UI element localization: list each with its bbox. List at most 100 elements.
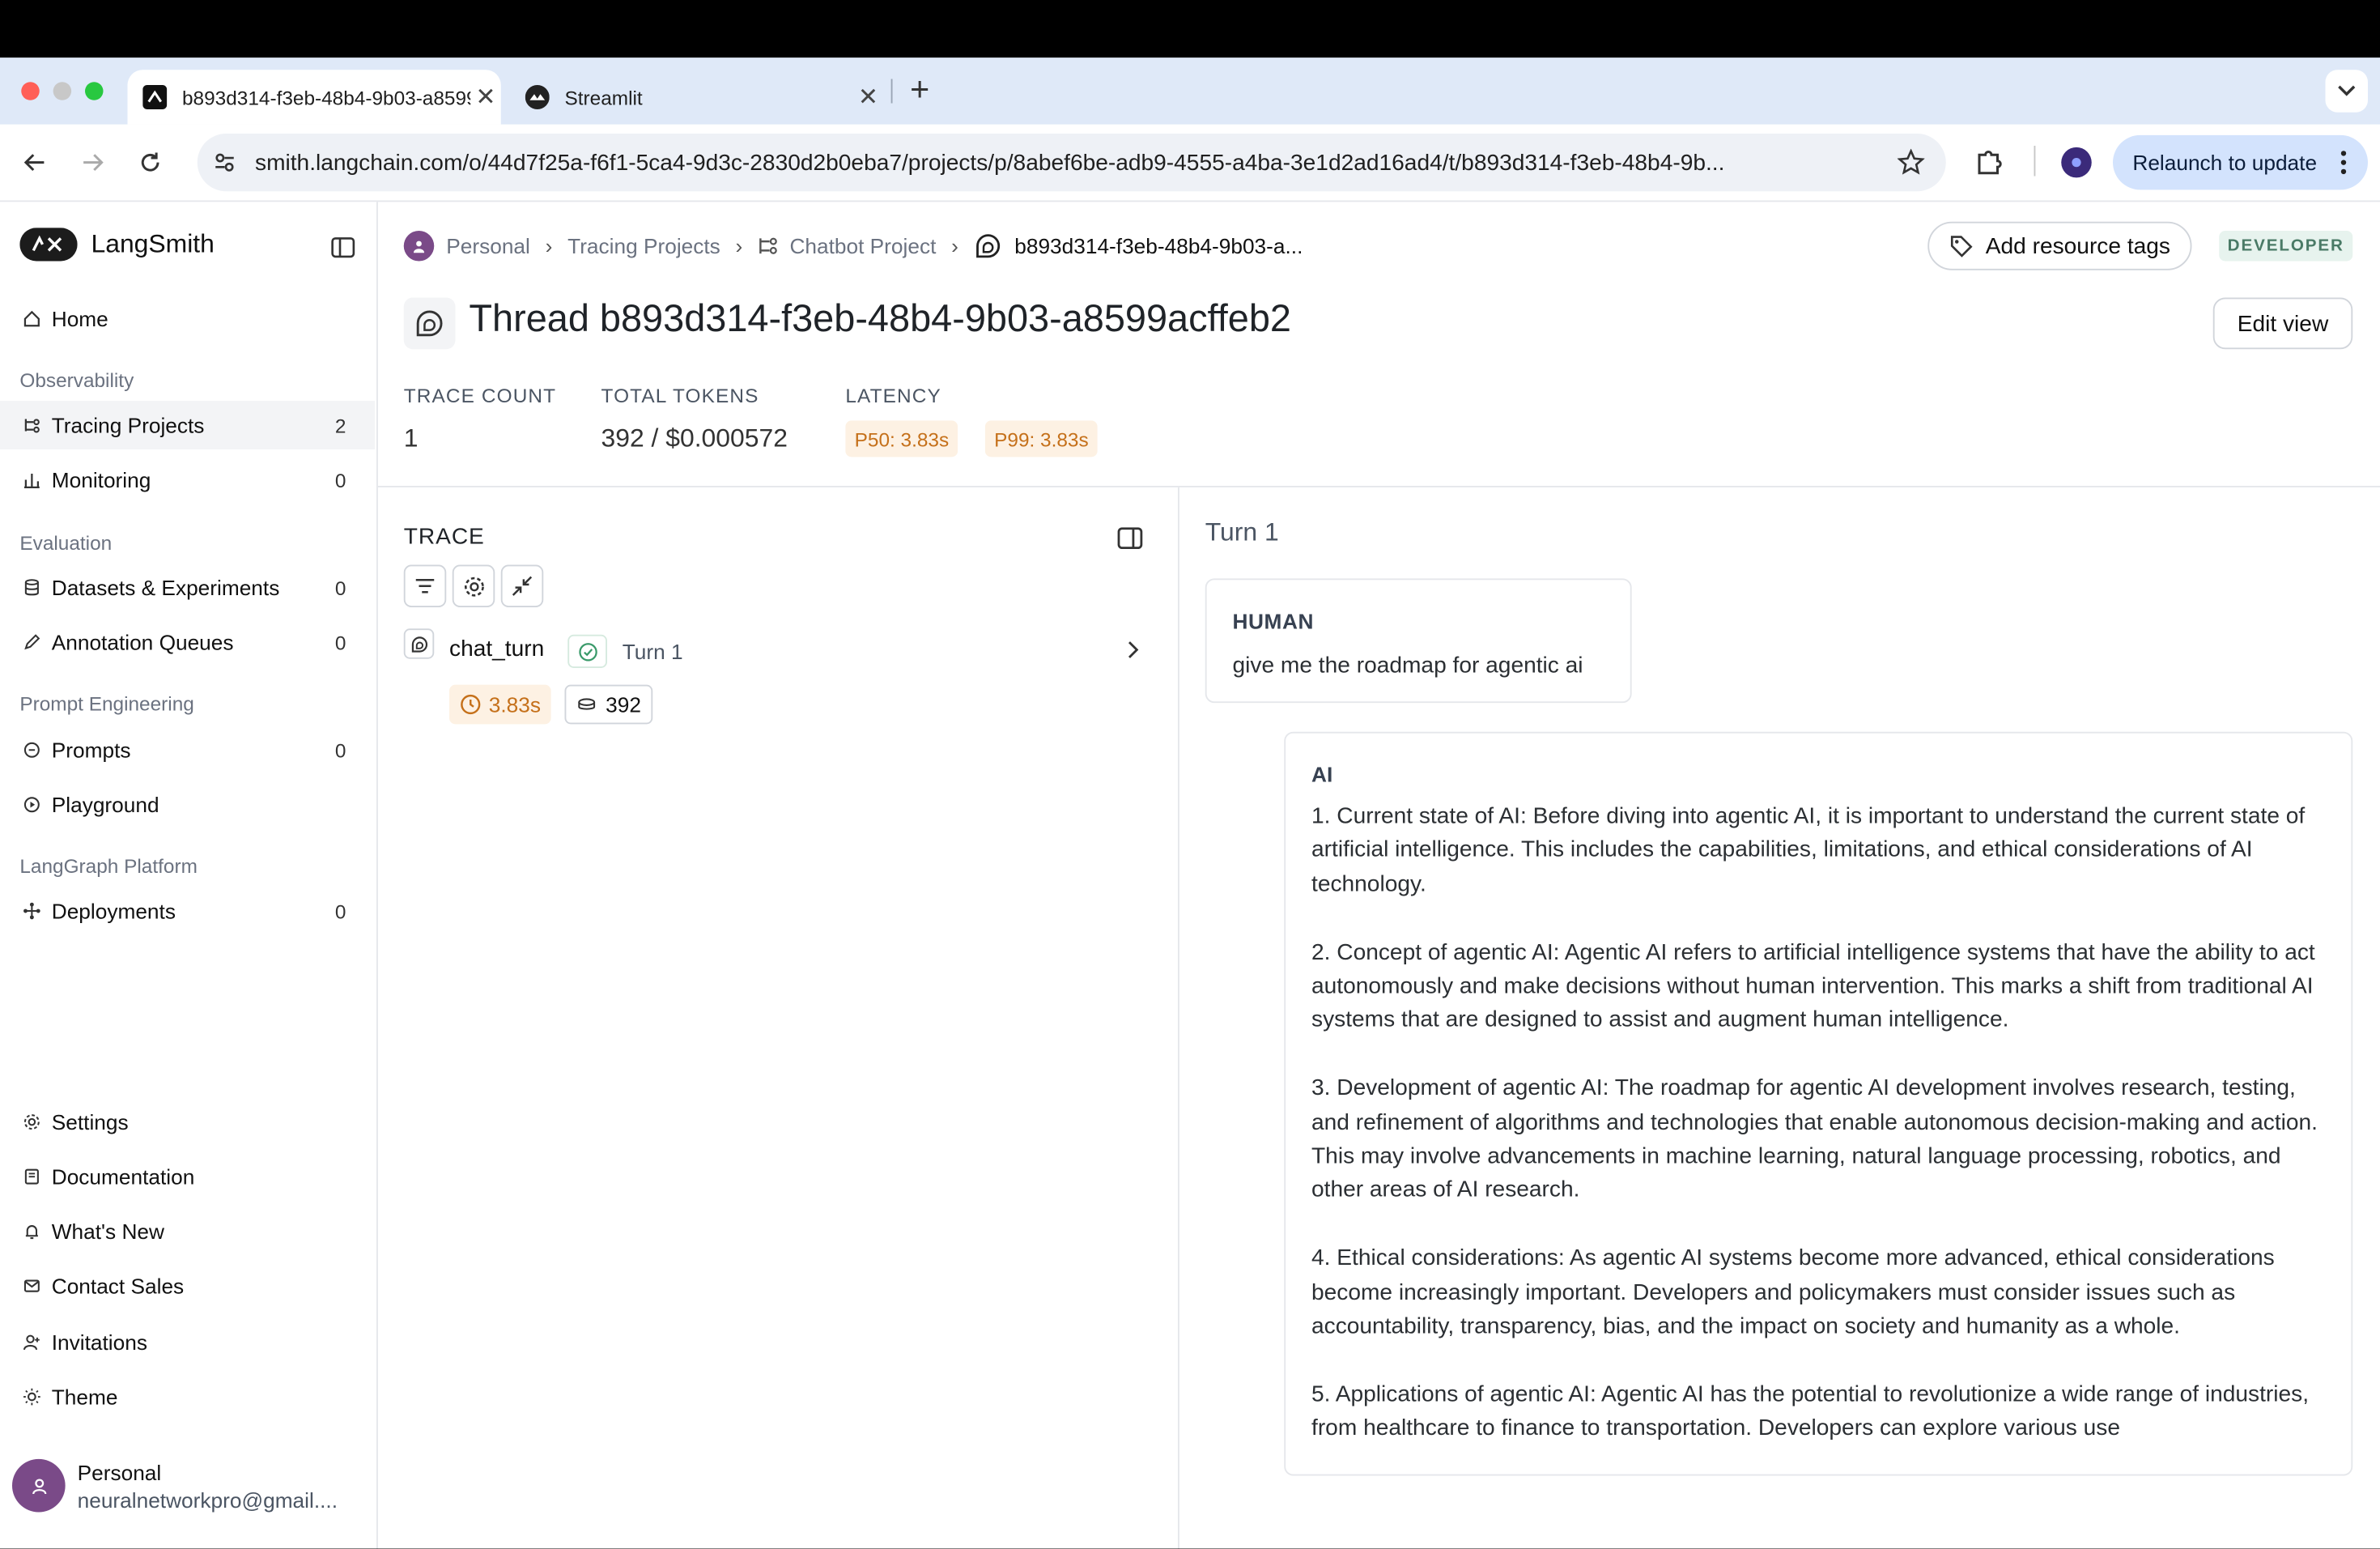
- address-bar[interactable]: smith.langchain.com/o/44d7f25a-f6f1-5ca4…: [197, 134, 1946, 192]
- sidebar-item-label: Deployments: [51, 899, 176, 923]
- reload-icon[interactable]: [130, 143, 170, 182]
- sidebar-item-playground[interactable]: Playground: [9, 781, 355, 829]
- sidebar-item-count: 0: [334, 899, 346, 923]
- breadcrumb-tracing-projects[interactable]: Tracing Projects: [567, 234, 720, 258]
- run-turn-label: Turn 1: [622, 639, 683, 664]
- sidebar-item-whats-new[interactable]: What's New: [9, 1207, 355, 1256]
- more-vertical-icon[interactable]: [2340, 149, 2347, 181]
- check-circle-icon: [577, 641, 597, 661]
- sidebar-item-count: 0: [334, 738, 346, 762]
- langsmith-favicon-icon: [142, 85, 168, 109]
- back-arrow-icon[interactable]: [15, 143, 55, 182]
- breadcrumb-project[interactable]: Chatbot Project: [789, 234, 936, 258]
- user-name: Personal: [77, 1459, 162, 1484]
- sidebar-item-label: Home: [51, 306, 108, 331]
- sidebar-item-contact-sales[interactable]: Contact Sales: [9, 1262, 355, 1310]
- sidebar-item-annotation-queues[interactable]: Annotation Queues 0: [9, 618, 355, 666]
- sidebar-item-settings[interactable]: Settings: [9, 1098, 355, 1147]
- ai-paragraph: 4. Ethical considerations: As agentic AI…: [1311, 1245, 2275, 1339]
- bookmark-star-icon[interactable]: [1897, 148, 1925, 184]
- panel-layout-icon[interactable]: [1117, 526, 1143, 559]
- sidebar-item-monitoring[interactable]: Monitoring 0: [9, 456, 355, 504]
- tab-search-chevron-icon[interactable]: [2325, 70, 2368, 113]
- tab-title: b893d314-f3eb-48b4-9b03-a8599acffeb2: [182, 85, 470, 109]
- profile-avatar-icon[interactable]: [2061, 147, 2092, 178]
- sidebar-item-invitations[interactable]: Invitations: [9, 1318, 355, 1367]
- ai-paragraph: 1. Current state of AI: Before diving in…: [1311, 802, 2306, 897]
- breadcrumb-personal[interactable]: Personal: [446, 234, 530, 258]
- browser-tab-streamlit[interactable]: Streamlit ✕: [510, 70, 883, 125]
- run-latency-badge: 3.83s: [449, 684, 552, 725]
- user-avatar-icon: [12, 1458, 66, 1513]
- ai-paragraph: 2. Concept of agentic AI: Agentic AI ref…: [1311, 938, 2315, 1033]
- new-tab-icon[interactable]: +: [902, 72, 938, 109]
- human-message-card: HUMAN give me the roadmap for agentic ai: [1205, 578, 1632, 704]
- run-name[interactable]: chat_turn: [449, 636, 544, 662]
- clock-icon: [460, 694, 481, 715]
- chevron-right-icon: ›: [951, 233, 958, 258]
- sidebar-item-label: Annotation Queues: [51, 630, 234, 655]
- sidebar-item-datasets[interactable]: Datasets & Experiments 0: [9, 564, 355, 612]
- toolbar-divider: [2034, 146, 2036, 177]
- bell-icon: [21, 1221, 42, 1242]
- edit-view-button[interactable]: Edit view: [2212, 297, 2353, 350]
- window-maximize-button[interactable]: [85, 82, 104, 100]
- sidebar-item-label: Playground: [51, 792, 159, 817]
- sidebar-item-tracing-projects[interactable]: Tracing Projects 2: [0, 401, 376, 449]
- chevron-right-icon: ›: [735, 233, 743, 258]
- latency-p50-badge: P50: 3.83s: [845, 420, 958, 457]
- screen-top-bar: [0, 0, 2380, 58]
- relaunch-to-update-button[interactable]: Relaunch to update: [2113, 134, 2368, 190]
- sidebar-item-deployments[interactable]: Deployments 0: [9, 887, 355, 935]
- add-resource-tags-button[interactable]: Add resource tags: [1927, 221, 2192, 270]
- trace-settings-button[interactable]: [452, 564, 495, 607]
- site-settings-icon[interactable]: [213, 151, 237, 182]
- sidebar-item-documentation[interactable]: Documentation: [9, 1152, 355, 1201]
- monitoring-icon: [21, 469, 42, 490]
- collapse-button[interactable]: [500, 564, 544, 607]
- add-resource-tags-label: Add resource tags: [1985, 232, 2171, 259]
- user-email: neuralnetworkpro@gmail....: [77, 1487, 338, 1512]
- tab-close-icon[interactable]: ✕: [853, 82, 884, 113]
- trace-count-label: TRACE COUNT: [403, 384, 557, 407]
- run-success-badge: [567, 634, 607, 668]
- sidebar-item-label: Invitations: [51, 1330, 147, 1355]
- brand-logo[interactable]: LangSmith: [19, 228, 215, 262]
- sidebar-toggle-icon[interactable]: [331, 236, 355, 267]
- header-divider: [377, 486, 2380, 487]
- tokens-coins-icon: [577, 697, 597, 713]
- extensions-puzzle-icon[interactable]: [1974, 146, 2007, 187]
- window-close-button[interactable]: [21, 82, 40, 100]
- chevron-right-icon: ›: [545, 233, 553, 258]
- browser-tab-thread[interactable]: b893d314-f3eb-48b4-9b03-a8599acffeb2 ✕: [127, 70, 501, 125]
- ai-message-text: 1. Current state of AI: Before diving in…: [1311, 800, 2338, 1475]
- gear-icon: [462, 575, 485, 598]
- breadcrumb-thread: b893d314-f3eb-48b4-9b03-a...: [1014, 233, 1303, 258]
- sidebar-item-prompts[interactable]: Prompts 0: [9, 726, 355, 774]
- tag-icon: [1949, 234, 1974, 258]
- ai-paragraph: 3. Development of agentic AI: The roadma…: [1311, 1075, 2318, 1203]
- edit-view-label: Edit view: [2237, 310, 2329, 337]
- section-prompt-engineering: Prompt Engineering: [19, 692, 194, 716]
- breadcrumb: Personal › Tracing Projects › Chatbot Pr…: [403, 228, 1303, 264]
- sidebar-item-label: Theme: [51, 1385, 118, 1409]
- pencil-icon: [21, 632, 42, 653]
- human-label: HUMAN: [1232, 608, 1315, 633]
- sidebar-item-theme[interactable]: Theme: [9, 1372, 355, 1421]
- prompt-bubble-icon: [21, 739, 42, 760]
- tab-close-icon[interactable]: ✕: [470, 82, 501, 113]
- forward-arrow-icon[interactable]: [73, 143, 113, 182]
- page-title: Thread b893d314-f3eb-48b4-9b03-a8599acff…: [469, 297, 1291, 341]
- sidebar-item-label: Monitoring: [51, 467, 151, 492]
- total-tokens-label: TOTAL TOKENS: [601, 384, 759, 407]
- run-latency-value: 3.83s: [488, 692, 541, 717]
- trace-count-value: 1: [403, 423, 419, 453]
- user-menu[interactable]: Personal neuralnetworkpro@gmail....: [12, 1458, 338, 1513]
- sidebar-item-home[interactable]: Home: [9, 295, 355, 343]
- chevron-right-icon[interactable]: [1120, 638, 1145, 670]
- window-minimize-button[interactable]: [53, 82, 72, 100]
- langsmith-logo-icon: [19, 228, 78, 262]
- thread-icon: [974, 231, 1005, 262]
- human-message-text: give me the roadmap for agentic ai: [1232, 653, 1583, 679]
- filter-button[interactable]: [403, 564, 447, 607]
